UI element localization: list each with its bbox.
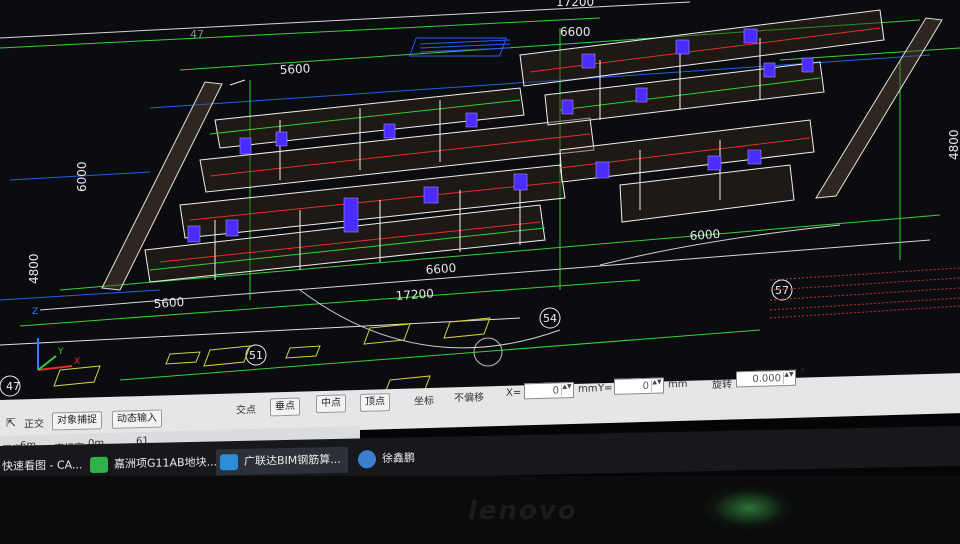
axis-marker-47: 47 (0, 375, 21, 397)
svg-text:Z: Z (32, 307, 38, 317)
svg-text:57: 57 (775, 284, 789, 297)
small-detail-blocks (53, 317, 491, 397)
snap-midpoint[interactable]: 中点 (316, 394, 346, 414)
y-label: Y= (598, 382, 613, 395)
svg-text:54: 54 (543, 312, 557, 325)
spreadsheet-icon (90, 456, 108, 474)
x-label: X= (506, 387, 522, 399)
y-coordinate-input[interactable]: 0 ▲▼ (614, 377, 664, 395)
snap-vertex[interactable]: 顶点 (360, 393, 390, 412)
power-led-glow (704, 486, 794, 530)
rotate-label: 旋转 (712, 379, 732, 392)
dimension-6600-bottom: 6600 (425, 261, 456, 277)
taskbar-item-user[interactable]: 徐鑫鹏 (354, 444, 482, 473)
svg-text:51: 51 (249, 349, 263, 362)
offset-mode-select[interactable]: 不偏移 (454, 388, 484, 404)
right-annotation-text (769, 267, 960, 319)
degree-unit: ° (800, 367, 805, 379)
dimension-4800-left: 4800 (27, 253, 41, 284)
dimension-17200-bottom: 17200 (395, 286, 434, 303)
monitor-brand-logo: lenovo (468, 496, 578, 526)
taskbar-item-label: 徐鑫鹏 (382, 451, 415, 465)
dimension-6000-left: 6000 (75, 161, 89, 192)
y-unit: mm (668, 378, 688, 391)
axis-marker-54: 54 (539, 307, 561, 329)
rebar-structure-3d-model (101, 9, 943, 291)
svg-text:X: X (74, 357, 80, 367)
cad-drawing-canvas[interactable]: 17200 47 6600 5600 6000 4800 4800 6600 5… (0, 0, 960, 410)
rotate-input[interactable]: 0.000 ▲▼ (736, 369, 796, 388)
taskbar-item-label: 快速看图 - CA... (2, 458, 83, 473)
dimension-6600-top: 6600 (560, 25, 591, 39)
dimension-6000-bottom: 6000 (689, 227, 720, 243)
ortho-toggle[interactable]: 正交 (24, 415, 44, 431)
x-coordinate-input[interactable]: 0 ▲▼ (524, 381, 574, 400)
dynamic-input-toggle[interactable]: 动态输入 (112, 409, 162, 429)
svg-text:47: 47 (6, 380, 20, 393)
cancel-icon[interactable]: ⇱ (6, 416, 16, 430)
taskbar-item-label: 广联达BIM钢筋算... (244, 452, 341, 468)
x-unit: mm (578, 383, 598, 395)
taskbar-item-project-doc[interactable]: 嘉洲项G11AB地块... (86, 450, 217, 479)
chat-app-icon (358, 450, 376, 469)
coordinate-toggle[interactable]: 坐标 (414, 392, 434, 408)
monitor-screen: 17200 47 6600 5600 6000 4800 4800 6600 5… (0, 0, 960, 544)
svg-text:Y: Y (57, 347, 64, 357)
dimension-5600-bottom: 5600 (153, 295, 184, 311)
glodon-app-icon (220, 454, 238, 471)
snap-intersection[interactable]: 交点 (236, 401, 256, 417)
snap-perpendicular[interactable]: 垂点 (270, 397, 300, 417)
cad-drawing-viewport[interactable]: 17200 47 6600 5600 6000 4800 4800 6600 5… (0, 0, 960, 410)
ucs-icon: Z X Y (32, 307, 80, 371)
taskbar-item-glodon-bim[interactable]: 广联达BIM钢筋算... (216, 446, 348, 476)
dimension-17200-top: 17200 (556, 0, 594, 9)
object-snap-toggle[interactable]: 对象捕捉 (52, 411, 102, 431)
dimension-47: 47 (190, 28, 204, 41)
taskbar-item-label: 嘉洲项G11AB地块... (114, 455, 218, 471)
dimension-5600-top: 5600 (279, 61, 310, 77)
dimension-4800-right: 4800 (947, 129, 960, 160)
